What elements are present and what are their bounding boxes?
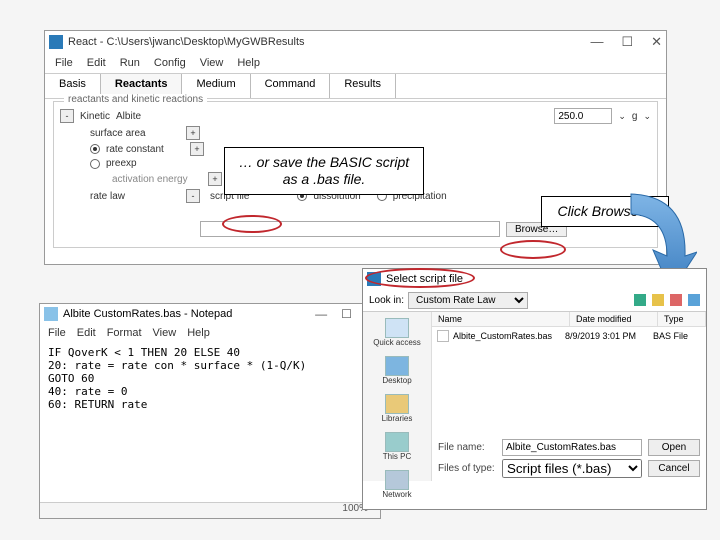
file-list[interactable]: Albite_CustomRates.bas 8/9/2019 3:01 PM … [432,327,706,436]
highlight-browse [500,240,566,259]
dialog-bottom: File name: Open Files of type: Script fi… [432,436,706,481]
file-columns: Name Date modified Type [432,312,706,327]
look-in-row: Look in: Custom Rate Law [363,289,706,311]
maximize-button[interactable]: ☐ [621,34,633,50]
plus-button[interactable]: + [186,126,200,140]
new-folder-icon[interactable] [670,294,682,306]
file-type: BAS File [653,331,701,341]
menu-edit[interactable]: Edit [87,57,106,69]
views-icon[interactable] [688,294,700,306]
minimize-button[interactable]: — [315,307,327,321]
menubar: File Edit Run Config View Help [45,53,666,73]
quick-access-icon [385,318,409,338]
notepad-title: Albite CustomRates.bas - Notepad [63,308,232,320]
file-icon [437,330,449,342]
notepad-titlebar: Albite CustomRates.bas - Notepad — ☐ ✕ [40,304,380,324]
menu-edit[interactable]: Edit [77,327,96,339]
rate-constant-radio[interactable] [90,144,100,154]
app-icon [49,35,63,49]
sidebar-label: This PC [383,452,411,461]
col-date[interactable]: Date modified [570,312,658,326]
kinetic-label: Kinetic [80,111,110,122]
menu-file[interactable]: File [48,327,66,339]
callout-text: … or save the BASIC script as a .bas fil… [239,154,409,187]
this-pc-icon [385,432,409,452]
dropdown-icon[interactable]: ⌄ [618,111,626,122]
maximize-button[interactable]: ☐ [341,307,352,321]
rate-law-label: rate law [90,191,180,202]
minimize-button[interactable]: — [590,34,603,50]
open-button[interactable]: Open [648,439,700,456]
dialog-sidebar: Quick access Desktop Libraries This PC N… [363,312,432,481]
mineral-name[interactable]: Albite [116,111,141,122]
menu-config[interactable]: Config [154,57,186,69]
filename-input[interactable] [502,439,642,456]
sidebar-libraries[interactable]: Libraries [382,394,413,423]
window-title: React - C:\Users\jwanc\Desktop\MyGWBResu… [68,36,305,48]
sidebar-label: Desktop [382,376,411,385]
col-name[interactable]: Name [432,312,570,326]
rate-value-input[interactable] [554,108,612,124]
rate-constant-label: rate constant [106,144,184,155]
minus-button[interactable]: - [186,189,200,203]
menu-file[interactable]: File [55,57,73,69]
filename-label: File name: [438,442,496,453]
notepad-menubar: File Edit Format View Help [40,324,380,342]
menu-run[interactable]: Run [120,57,140,69]
dialog-main: Name Date modified Type Albite_CustomRat… [432,312,706,481]
up-icon[interactable] [652,294,664,306]
sidebar-label: Libraries [382,414,413,423]
surface-area-label: surface area [90,128,180,139]
sidebar-label: Quick access [373,338,421,347]
menu-view[interactable]: View [153,327,177,339]
sidebar-this-pc[interactable]: This PC [383,432,411,461]
notepad-status: 100% [40,502,380,518]
menu-view[interactable]: View [200,57,224,69]
look-in-label: Look in: [369,295,404,306]
callout-save-basic: … or save the BASIC script as a .bas fil… [224,147,424,195]
sidebar-label: Network [382,490,411,499]
plus-button[interactable]: + [190,142,204,156]
file-open-dialog: Select script file Look in: Custom Rate … [362,268,707,510]
menu-format[interactable]: Format [107,327,142,339]
collapse-button[interactable]: - [60,109,74,123]
preexp-radio[interactable] [90,159,100,169]
group-title: reactants and kinetic reactions [64,94,207,105]
notepad-window: Albite CustomRates.bas - Notepad — ☐ ✕ F… [39,303,381,519]
notepad-body[interactable]: IF QoverK < 1 THEN 20 ELSE 40 20: rate =… [40,342,380,415]
filetype-label: Files of type: [438,463,496,474]
file-date: 8/9/2019 3:01 PM [565,331,653,341]
highlight-script-file [222,215,282,233]
unit-label[interactable]: g [632,111,638,122]
filetype-select[interactable]: Script files (*.bas) [502,459,642,478]
sidebar-desktop[interactable]: Desktop [382,356,411,385]
look-in-select[interactable]: Custom Rate Law [408,292,528,309]
desktop-icon [385,356,409,376]
col-type[interactable]: Type [658,312,706,326]
highlight-dialog-title [365,268,475,288]
preexp-label: preexp [106,158,184,169]
sidebar-network[interactable]: Network [382,470,411,499]
plus-button[interactable]: + [208,172,222,186]
sidebar-quick-access[interactable]: Quick access [373,318,421,347]
notepad-icon [44,307,58,321]
activation-label: activation energy [112,174,202,185]
libraries-icon [385,394,409,414]
tab-results[interactable]: Results [330,74,396,98]
tab-command[interactable]: Command [251,74,331,98]
cancel-button[interactable]: Cancel [648,460,700,477]
menu-help[interactable]: Help [237,57,260,69]
back-icon[interactable] [634,294,646,306]
file-row[interactable]: Albite_CustomRates.bas 8/9/2019 3:01 PM … [437,330,701,342]
titlebar: React - C:\Users\jwanc\Desktop\MyGWBResu… [45,31,666,53]
menu-help[interactable]: Help [187,327,210,339]
close-button[interactable]: ✕ [651,34,662,50]
network-icon [385,470,409,490]
file-name: Albite_CustomRates.bas [453,331,565,341]
dropdown-icon[interactable]: ⌄ [643,111,651,122]
